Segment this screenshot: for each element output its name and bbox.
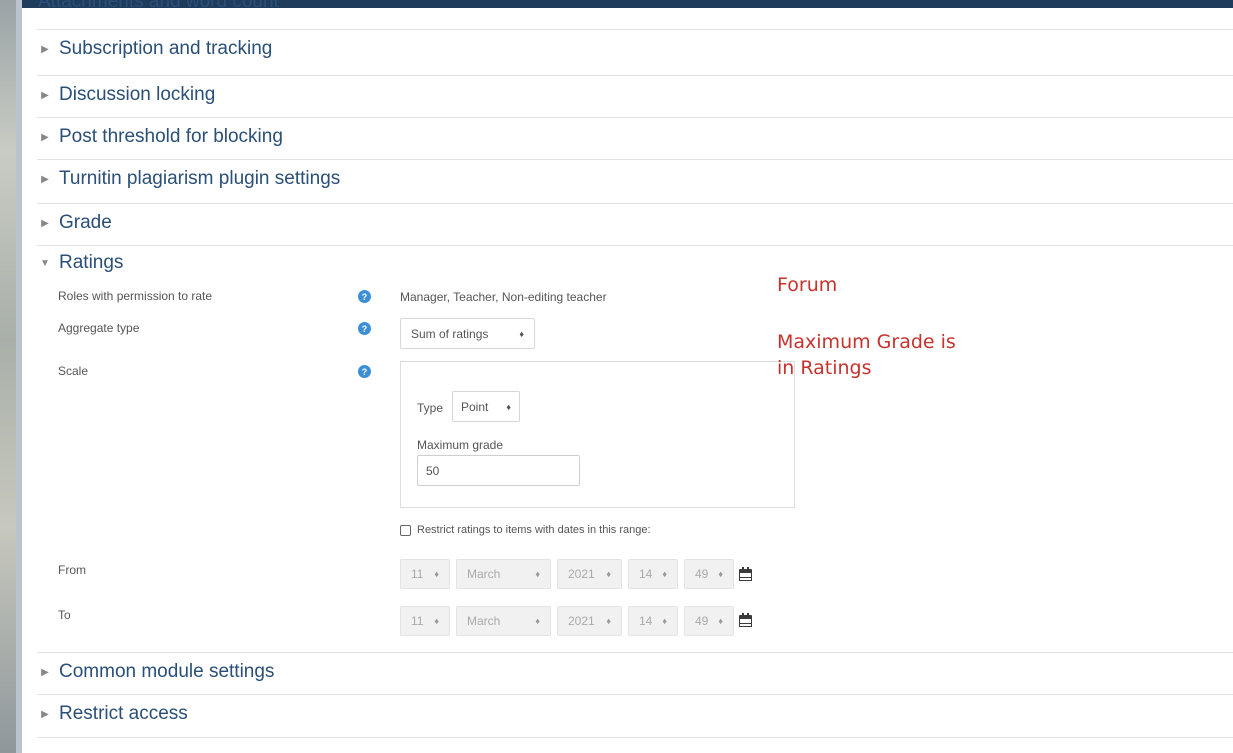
triangle-right-icon: ▶ [41,43,49,55]
section-title: Common module settings [59,661,275,682]
aggregate-type-value: Sum of ratings [411,326,489,341]
annotation-in-ratings: in Ratings [777,357,872,379]
divider [37,245,1233,246]
section-title: Subscription and tracking [59,38,273,59]
triangle-right-icon: ▶ [41,666,49,678]
from-month-select[interactable]: March ♦ [456,559,551,589]
restrict-dates-label: Restrict ratings to items with dates in … [417,524,651,536]
from-hour-value: 14 [639,567,653,581]
maximum-grade-label: Maximum grade [417,438,504,452]
restrict-dates-checkbox[interactable] [400,525,411,536]
section-title: Restrict access [59,703,188,724]
section-attachments-word-count[interactable]: Attachments and word count [38,0,279,13]
updown-caret-icon: ♦ [606,569,611,579]
updown-caret-icon: ♦ [519,328,524,339]
updown-caret-icon: ♦ [662,616,667,626]
from-minute-value: 49 [695,567,709,581]
left-background-strip [0,0,22,753]
question-circle-icon[interactable]: ? [358,365,371,378]
triangle-right-icon: ▶ [41,89,49,101]
calendar-icon[interactable] [739,567,752,581]
to-year-value: 2021 [568,614,595,628]
section-title: Attachments and word count [38,0,279,12]
to-month-value: March [467,614,501,628]
updown-caret-icon: ♦ [506,401,511,412]
section-grade[interactable]: ▶ Grade [37,203,1233,242]
from-minute-select[interactable]: 49 ♦ [684,559,734,589]
section-title: Discussion locking [59,84,216,105]
maximum-grade-input[interactable]: 50 [417,455,580,486]
updown-caret-icon: ♦ [434,616,439,626]
triangle-right-icon: ▶ [41,173,49,185]
to-year-select[interactable]: 2021 ♦ [557,606,622,636]
scale-label: Scale [58,364,89,378]
section-subscription-tracking[interactable]: ▶ Subscription and tracking [37,29,1233,68]
scale-type-value: Point [461,399,489,414]
to-minute-value: 49 [695,614,709,628]
section-ratings[interactable]: ▼ Ratings [37,252,123,274]
to-month-select[interactable]: March ♦ [456,606,551,636]
from-hour-select[interactable]: 14 ♦ [628,559,678,589]
updown-caret-icon: ♦ [662,569,667,579]
to-day-select[interactable]: 11 ♦ [400,606,450,636]
updown-caret-icon: ♦ [718,616,723,626]
aggregate-type-label: Aggregate type [58,321,140,335]
updown-caret-icon: ♦ [535,569,540,579]
to-label: To [58,608,71,622]
calendar-icon[interactable] [739,613,752,627]
section-title: Ratings [59,252,124,273]
to-day-value: 11 [411,614,424,628]
triangle-down-icon: ▼ [40,257,50,269]
updown-caret-icon: ♦ [606,616,611,626]
annotation-forum: Forum [777,274,838,296]
section-turnitin[interactable]: ▶ Turnitin plagiarism plugin settings [37,159,1233,198]
triangle-right-icon: ▶ [41,131,49,143]
aggregate-type-select[interactable]: Sum of ratings ♦ [400,318,535,349]
to-hour-value: 14 [639,614,653,628]
annotation-max-grade: Maximum Grade is [777,331,956,353]
triangle-right-icon: ▶ [41,217,49,229]
section-title: Turnitin plagiarism plugin settings [59,168,341,189]
updown-caret-icon: ♦ [535,616,540,626]
to-minute-select[interactable]: 49 ♦ [684,606,734,636]
section-discussion-locking[interactable]: ▶ Discussion locking [37,75,1233,114]
question-circle-icon[interactable]: ? [358,290,371,303]
from-month-value: March [467,567,501,581]
roles-value: Manager, Teacher, Non-editing teacher [400,290,607,304]
scale-type-select[interactable]: Point ♦ [452,391,520,422]
from-day-value: 11 [411,567,424,581]
section-post-threshold[interactable]: ▶ Post threshold for blocking [37,117,1233,156]
divider [37,737,1233,738]
question-circle-icon[interactable]: ? [358,322,371,335]
section-title: Post threshold for blocking [59,126,283,147]
section-title: Grade [59,212,112,233]
from-day-select[interactable]: 11 ♦ [400,559,450,589]
from-year-value: 2021 [568,567,595,581]
section-restrict-access[interactable]: ▶ Restrict access [37,694,1233,733]
section-common-module-settings[interactable]: ▶ Common module settings [37,652,1233,691]
roles-label: Roles with permission to rate [58,289,213,303]
maximum-grade-value: 50 [426,463,440,478]
from-label: From [58,563,86,577]
to-hour-select[interactable]: 14 ♦ [628,606,678,636]
type-label: Type [417,401,444,415]
updown-caret-icon: ♦ [434,569,439,579]
from-year-select[interactable]: 2021 ♦ [557,559,622,589]
triangle-right-icon: ▶ [41,708,49,720]
updown-caret-icon: ♦ [718,569,723,579]
